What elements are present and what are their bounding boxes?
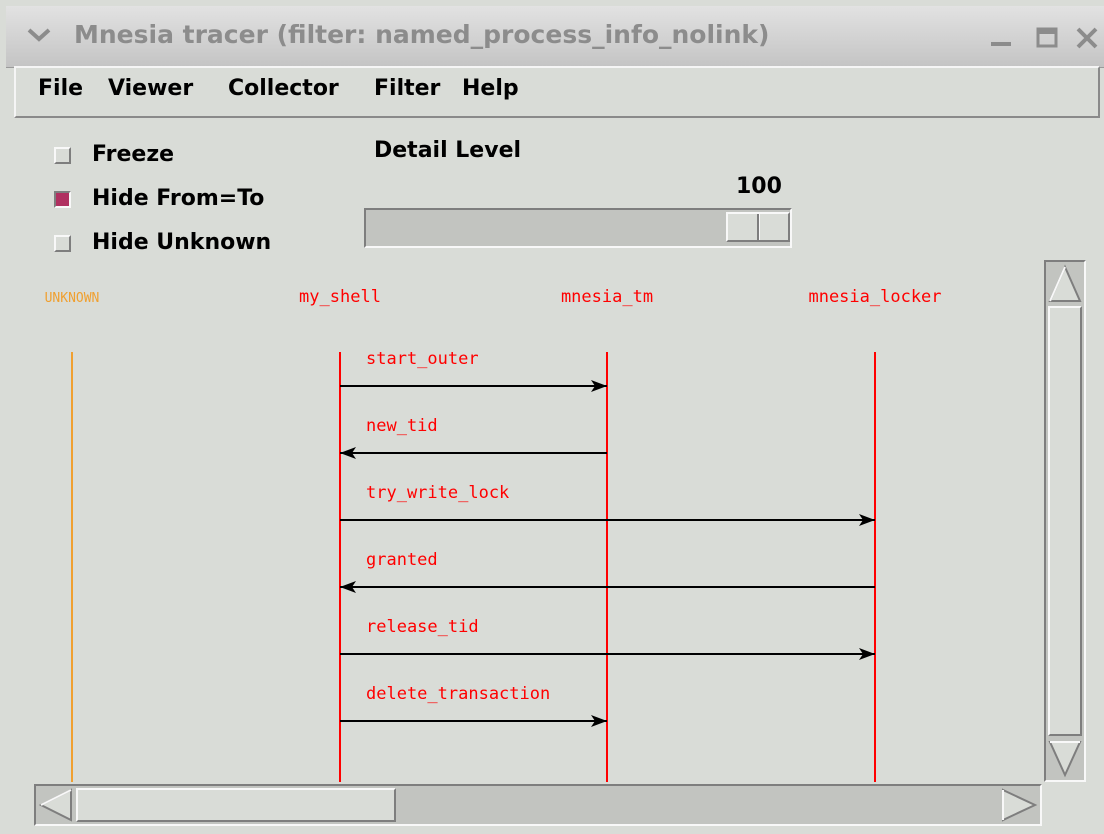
hide-unknown-label: Hide Unknown xyxy=(92,230,272,255)
app-window: Mnesia tracer (filter: named_process_inf… xyxy=(0,0,1104,834)
hide-unknown-checkbox-box[interactable] xyxy=(54,235,71,252)
slider-thumb-grip xyxy=(757,214,760,240)
detail-level-slider[interactable] xyxy=(364,208,792,248)
menu-filter[interactable]: Filter xyxy=(374,76,440,101)
message-label: release_tid xyxy=(366,617,479,637)
trace-canvas: UNKNOWN my_shell mnesia_tm mnesia_lockersta… xyxy=(34,262,1044,782)
window-title: Mnesia tracer (filter: named_process_inf… xyxy=(74,20,770,49)
detail-level-label: Detail Level xyxy=(374,138,522,163)
vertical-scrollbar[interactable] xyxy=(1044,260,1086,782)
close-icon[interactable] xyxy=(1074,26,1100,50)
process-name-my-shell: my_shell xyxy=(299,287,381,307)
horizontal-scroll-thumb[interactable] xyxy=(76,788,396,822)
freeze-checkbox-box[interactable] xyxy=(54,147,71,164)
message-label: granted xyxy=(366,550,438,570)
menu-file[interactable]: File xyxy=(38,76,83,101)
message-label: new_tid xyxy=(366,416,438,436)
scroll-right-arrow-icon[interactable] xyxy=(1000,788,1038,822)
menu-bar: File Viewer Collector Filter Help xyxy=(14,66,1100,118)
process-name-unknown: UNKNOWN xyxy=(45,291,100,306)
message-label: delete_transaction xyxy=(366,684,550,704)
detail-level-value: 100 xyxy=(736,174,782,199)
title-bar[interactable]: Mnesia tracer (filter: named_process_inf… xyxy=(6,6,1104,68)
freeze-label: Freeze xyxy=(92,142,175,167)
scroll-left-arrow-icon[interactable] xyxy=(38,788,74,822)
sequence-diagram: UNKNOWN my_shell mnesia_tm mnesia_lockersta… xyxy=(45,287,942,782)
menu-help[interactable]: Help xyxy=(462,76,519,101)
vertical-scroll-thumb[interactable] xyxy=(1048,306,1082,736)
hide-from-to-label: Hide From=To xyxy=(92,186,265,211)
maximize-icon[interactable] xyxy=(1034,26,1060,50)
window-menu-icon[interactable] xyxy=(24,20,54,50)
horizontal-scrollbar[interactable] xyxy=(34,784,1042,826)
menu-collector[interactable]: Collector xyxy=(228,76,339,101)
process-name-mnesia-locker: mnesia_locker xyxy=(808,287,941,307)
menu-viewer[interactable]: Viewer xyxy=(108,76,193,101)
minimize-icon[interactable] xyxy=(988,26,1014,50)
process-name-mnesia-tm: mnesia_tm xyxy=(561,287,653,307)
message-label: start_outer xyxy=(366,349,479,369)
slider-thumb[interactable] xyxy=(726,212,790,242)
hide-from-to-checkbox-box[interactable] xyxy=(54,191,71,208)
scroll-up-arrow-icon[interactable] xyxy=(1048,264,1082,304)
message-label: try_write_lock xyxy=(366,483,509,503)
scroll-down-arrow-icon[interactable] xyxy=(1048,740,1082,778)
